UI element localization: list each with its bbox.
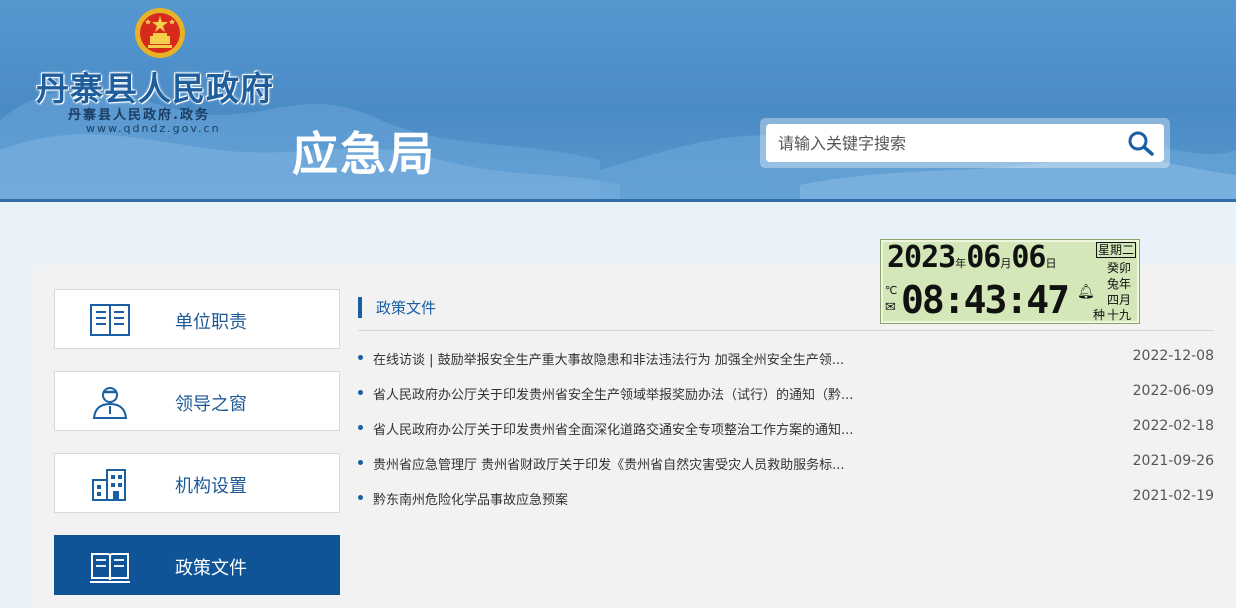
user-icon bbox=[92, 387, 128, 419]
bullet-icon bbox=[358, 495, 363, 500]
page-title: 应急局 bbox=[292, 127, 436, 181]
bullet-icon bbox=[358, 355, 363, 360]
book-icon bbox=[90, 304, 130, 336]
list-item[interactable]: 黔东南州危险化学品事故应急预案 2021-02-19 bbox=[358, 487, 1214, 509]
sidebar-item-label: 政策文件 bbox=[175, 558, 247, 579]
news-title[interactable]: 在线访谈 | 鼓励举报安全生产重大事故隐患和非法违法行为 加强全州安全生产领..… bbox=[373, 349, 1073, 368]
clock-zodiac-year: 兔年 bbox=[1107, 277, 1132, 291]
news-date: 2022-12-08 bbox=[1132, 348, 1214, 364]
open-book-icon bbox=[90, 553, 130, 583]
site-subtitle: 丹寨县人民政府.政务 bbox=[68, 108, 210, 123]
news-title[interactable]: 省人民政府办公厅关于印发贵州省安全生产领域举报奖励办法（试行）的通知（黔... bbox=[373, 384, 1073, 403]
clock-month: 06 bbox=[966, 240, 1001, 275]
clock-year-unit: 年 bbox=[955, 257, 967, 270]
sidebar-item-policy[interactable]: 政策文件 bbox=[54, 535, 340, 595]
clock-year: 2023 bbox=[887, 240, 956, 275]
clock-lunar-day: 十九 bbox=[1107, 308, 1132, 322]
header-divider bbox=[0, 199, 1236, 202]
bell-icon: 🔔︎ bbox=[1077, 284, 1095, 300]
clock-day: 06 bbox=[1011, 240, 1046, 275]
site-url: www.qdndz.gov.cn bbox=[86, 122, 221, 135]
news-date: 2021-02-19 bbox=[1132, 488, 1214, 504]
search-input[interactable] bbox=[766, 124, 1116, 162]
news-date: 2021-09-26 bbox=[1132, 453, 1214, 469]
bullet-icon bbox=[358, 390, 363, 395]
lcd-clock-widget: 2023年06月06日 星期二 癸卯 兔年 四月 种 十九 ℃ ✉ 08:43:… bbox=[880, 239, 1140, 324]
news-title[interactable]: 省人民政府办公厅关于印发贵州省全面深化道路交通安全专项整治工作方案的通知... bbox=[373, 419, 1073, 438]
section-title[interactable]: 政策文件 bbox=[376, 297, 436, 318]
search-icon[interactable] bbox=[1126, 129, 1156, 157]
clock-temp-unit: ℃ bbox=[885, 284, 898, 297]
clock-lunar-month: 四月 bbox=[1107, 293, 1132, 307]
envelope-icon: ✉ bbox=[885, 300, 896, 315]
news-date: 2022-02-18 bbox=[1132, 418, 1214, 434]
sidebar-item-label: 机构设置 bbox=[175, 476, 247, 497]
bullet-icon bbox=[358, 425, 363, 430]
news-date: 2022-06-09 bbox=[1132, 383, 1214, 399]
list-item[interactable]: 省人民政府办公厅关于印发贵州省全面深化道路交通安全专项整治工作方案的通知... … bbox=[358, 417, 1214, 439]
clock-day-unit: 日 bbox=[1045, 257, 1057, 270]
news-title[interactable]: 黔东南州危险化学品事故应急预案 bbox=[373, 489, 1073, 508]
clock-date: 2023年06月06日 bbox=[887, 240, 1057, 275]
bullet-icon bbox=[358, 460, 363, 465]
news-title[interactable]: 贵州省应急管理厅 贵州省财政厅关于印发《贵州省自然灾害受灾人员救助服务标... bbox=[373, 454, 1073, 473]
clock-time: 08:43:47 bbox=[901, 278, 1070, 322]
clock-lunar-prefix: 种 bbox=[1093, 308, 1106, 322]
search-bar bbox=[760, 118, 1170, 168]
sidebar-item-label: 领导之窗 bbox=[175, 394, 247, 415]
list-item[interactable]: 在线访谈 | 鼓励举报安全生产重大事故隐患和非法违法行为 加强全州安全生产领..… bbox=[358, 347, 1214, 369]
list-item[interactable]: 省人民政府办公厅关于印发贵州省安全生产领域举报奖励办法（试行）的通知（黔... … bbox=[358, 382, 1214, 404]
section-marker bbox=[358, 297, 362, 318]
building-icon bbox=[92, 469, 126, 501]
search-box bbox=[766, 124, 1164, 162]
sidebar-item-label: 单位职责 bbox=[175, 312, 247, 333]
sidebar-item-organization[interactable]: 机构设置 bbox=[54, 453, 340, 513]
clock-weekday: 星期二 bbox=[1096, 242, 1137, 258]
clock-month-unit: 月 bbox=[1000, 257, 1012, 270]
sidebar-item-leaders[interactable]: 领导之窗 bbox=[54, 371, 340, 431]
list-item[interactable]: 贵州省应急管理厅 贵州省财政厅关于印发《贵州省自然灾害受灾人员救助服务标... … bbox=[358, 452, 1214, 474]
site-name[interactable]: 丹寨县人民政府 bbox=[36, 62, 274, 110]
clock-lunar-year: 癸卯 bbox=[1107, 261, 1132, 275]
sidebar-item-duties[interactable]: 单位职责 bbox=[54, 289, 340, 349]
national-emblem-icon bbox=[135, 8, 185, 58]
